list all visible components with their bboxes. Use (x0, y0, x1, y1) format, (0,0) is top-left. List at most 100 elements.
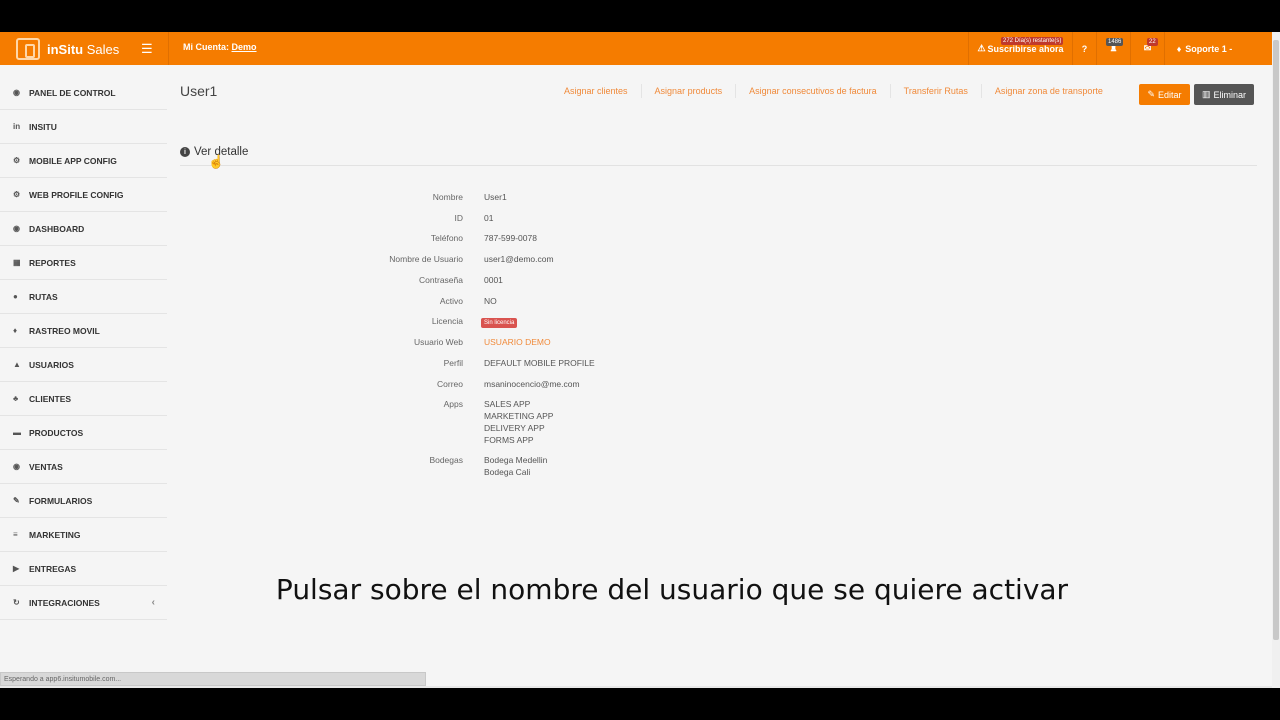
dashboard-icon: ◉ (13, 88, 20, 97)
list-item: Bodega Medellin (484, 455, 548, 466)
detail-row: Usuario Web USUARIO DEMO (414, 336, 551, 349)
sidebar-item-rastreo-movil[interactable]: ♦ RASTREO MOVIL (0, 314, 167, 348)
trial-days-badge: 272 Día(s) restante(s) (1001, 37, 1064, 45)
assign-clients-link[interactable]: Asignar clientes (551, 84, 641, 98)
brand-logo[interactable]: inSitu Sales (16, 37, 119, 61)
scrollbar-thumb[interactable] (1273, 40, 1279, 640)
sidebar-item-reportes[interactable]: ▦ REPORTES (0, 246, 167, 280)
detail-row: Nombre User1 (432, 192, 507, 202)
cogs-icon: ⚙ (13, 156, 21, 165)
phone-value: 787-599-0078 (484, 233, 537, 244)
hamburger-menu-icon[interactable]: ☰ (141, 41, 153, 57)
sidebar-item-productos[interactable]: ▬ PRODUCTOS (0, 416, 167, 450)
sidebar-item-ventas[interactable]: ◉ VENTAS (0, 450, 167, 484)
top-navbar: inSitu Sales ☰ Mi Cuenta: Demo ⚠ Suscrib… (0, 32, 1272, 65)
user-name-value: User1 (484, 192, 507, 202)
messages-count: 22 (1147, 38, 1158, 46)
user-icon: ♦ (1176, 43, 1182, 54)
topbar-right: ⚠ Suscribirse ahora 272 Día(s) restante(… (968, 32, 1244, 65)
divider (168, 32, 169, 65)
account-label: Mi Cuenta: Demo (183, 42, 257, 52)
dashboard-icon: ◉ (13, 462, 20, 471)
info-icon: i (180, 147, 190, 157)
detail-row: Perfil DEFAULT MOBILE PROFILE (443, 357, 595, 368)
web-user-link[interactable]: USUARIO DEMO (484, 336, 551, 349)
assign-products-link[interactable]: Asignar products (640, 84, 736, 98)
notifications-count: 1486 (1106, 38, 1124, 46)
cogs-icon: ⚙ (13, 190, 21, 199)
detail-row: Teléfono 787-599-0078 (430, 233, 537, 244)
assign-transport-zone-link[interactable]: Asignar zona de transporte (980, 84, 1116, 98)
video-letterbox-bottom (0, 688, 1280, 720)
brand-name: inSitu Sales (47, 41, 120, 57)
divider (180, 165, 1257, 166)
subscribe-button[interactable]: ⚠ Suscribirse ahora 272 Día(s) restante(… (968, 32, 1072, 65)
detail-row: Bodegas Bodega Medellin Bodega Cali (429, 454, 548, 478)
list-item: SALES APP (484, 399, 531, 410)
user-actions: Asignar clientes Asignar products Asigna… (551, 84, 1116, 98)
detail-row: ID 01 (454, 212, 494, 223)
truck-icon: ▶ (13, 564, 20, 573)
chart-icon: ▦ (13, 258, 21, 267)
detail-row: Correo msaninocencio@me.com (437, 378, 580, 389)
pencil-icon: ✎ (1147, 89, 1156, 99)
globe-icon: ● (13, 292, 18, 301)
sidebar-item-web-profile-config[interactable]: ⚙ WEB PROFILE CONFIG (0, 178, 167, 212)
shopping-bag-icon (16, 38, 40, 60)
sidebar-item-formularios[interactable]: ✎ FORMULARIOS (0, 484, 167, 518)
briefcase-icon: ▬ (13, 428, 21, 437)
dashboard-icon: ◉ (13, 224, 20, 233)
detail-row: Nombre de Usuario user1@demo.com (389, 254, 554, 265)
detail-row: Licencia Sin licencia (300, 315, 800, 329)
account-name-link[interactable]: Demo (232, 42, 257, 52)
license-badge: Sin licencia (481, 318, 518, 329)
username-value: user1@demo.com (484, 254, 554, 265)
user-detail: Nombre User1 ID 01 Teléfono 787-599-0078 No… (300, 191, 800, 486)
warehouses-list: Bodega Medellin Bodega Cali (484, 454, 547, 478)
profile-value: DEFAULT MOBILE PROFILE (484, 357, 595, 368)
list-item: MARKETING APP (484, 411, 554, 422)
sidebar-item-clientes[interactable]: ♣ CLIENTES (0, 382, 167, 416)
map-marker-icon: ♦ (13, 326, 18, 335)
sidebar-item-marketing[interactable]: ≡ MARKETING (0, 518, 167, 552)
users-icon: ♣ (13, 394, 19, 403)
sidebar-item-dashboard[interactable]: ◉ DASHBOARD (0, 212, 167, 246)
messages-button[interactable]: ✉ 22 (1130, 32, 1164, 65)
email-value: msaninocencio@me.com (484, 378, 580, 389)
sidebar: ◉ PANEL DE CONTROL in INSITU ⚙ MOBILE APP C… (0, 76, 167, 620)
assign-invoice-sequence-link[interactable]: Asignar consecutivos de factura (735, 84, 890, 98)
notifications-button[interactable]: ♜ 1486 (1096, 32, 1130, 65)
list-item: DELIVERY APP (484, 423, 545, 434)
sidebar-item-insitu[interactable]: in INSITU (0, 110, 167, 144)
sidebar-item-usuarios[interactable]: ▲ USUARIOS (0, 348, 167, 382)
user-id-value: 01 (484, 212, 494, 223)
warning-icon: ⚠ (977, 43, 986, 53)
list-icon: ≡ (13, 530, 18, 539)
apps-list: SALES APP MARKETING APP DELIVERY APP FOR… (484, 398, 553, 446)
transfer-routes-link[interactable]: Transferir Rutas (889, 84, 981, 98)
browser-status-bar: Esperando a app6.insitumobile.com... (0, 672, 426, 686)
list-item: Bodega Cali (484, 467, 531, 478)
video-caption: Pulsar sobre el nombre del usuario que s… (275, 573, 1069, 606)
help-icon[interactable]: ? (1072, 32, 1096, 65)
edit-icon: ✎ (13, 496, 20, 505)
edit-button[interactable]: ✎ Editar (1139, 84, 1190, 105)
video-letterbox-top (0, 0, 1280, 32)
sidebar-item-rutas[interactable]: ● RUTAS (0, 280, 167, 314)
linkedin-icon: in (13, 122, 21, 131)
delete-button[interactable]: ▥ Eliminar (1194, 84, 1254, 105)
user-icon: ▲ (13, 360, 21, 369)
detail-row: Activo NO (439, 295, 497, 306)
active-value: NO (484, 295, 497, 306)
app-screen: inSitu Sales ☰ Mi Cuenta: Demo ⚠ Suscrib… (0, 32, 1280, 688)
password-value: 0001 (484, 274, 503, 285)
detail-row: Apps SALES APP MARKETING APP DELIVERY AP… (443, 398, 554, 446)
sidebar-item-mobile-app-config[interactable]: ⚙ MOBILE APP CONFIG (0, 144, 167, 178)
detail-row: Contraseña 0001 (419, 274, 503, 285)
sidebar-item-panel-de-control[interactable]: ◉ PANEL DE CONTROL (0, 76, 167, 110)
page-title: User1 (180, 83, 218, 99)
user-menu[interactable]: ♦ Soporte 1 - (1164, 32, 1244, 65)
trash-icon: ▥ (1201, 89, 1211, 99)
hand-cursor-icon: ☝ (208, 154, 225, 169)
list-item: FORMS APP (484, 435, 534, 446)
